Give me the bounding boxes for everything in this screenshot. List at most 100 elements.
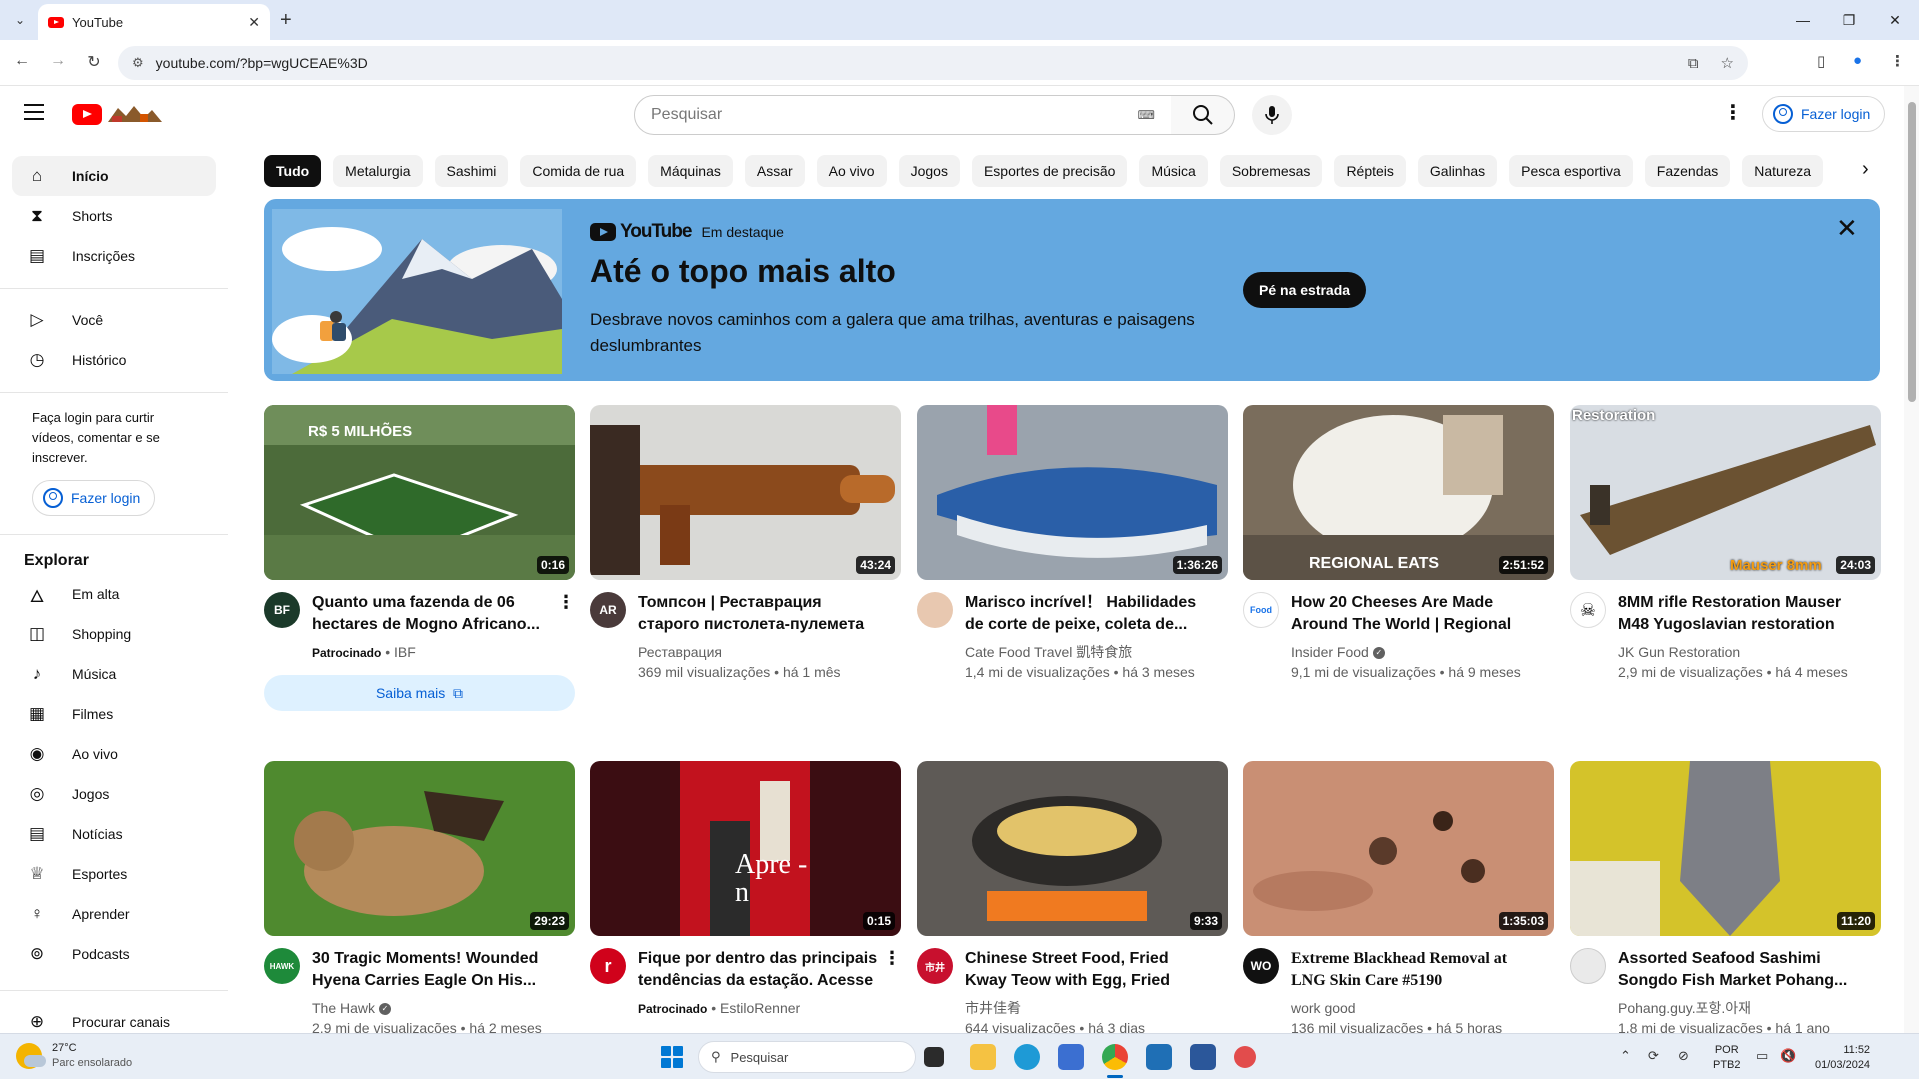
weather-widget[interactable]: 27°C Parc ensolarado — [16, 1041, 132, 1071]
video-title[interactable]: Томпсон | Реставрация старого пистолета-… — [638, 592, 881, 636]
avatar[interactable]: BF — [264, 592, 300, 628]
video-card[interactable]: 9:33 市井 Chinese Street Food, Fried Kway … — [917, 761, 1228, 1038]
sidebar-item-home[interactable]: ⌂ Início — [12, 156, 216, 196]
video-card[interactable]: REGIONAL EATS 2:51:52 Food How 20 Cheese… — [1243, 405, 1554, 682]
sidebar-item-music[interactable]: ♪ Música — [12, 654, 216, 694]
channel-name[interactable]: Insider Food — [1291, 644, 1369, 660]
video-title[interactable]: 8MM rifle Restoration Mauser M48 Yugosla… — [1618, 592, 1861, 636]
chip-sobremesas[interactable]: Sobremesas — [1219, 155, 1323, 187]
channel-name[interactable]: JK Gun Restoration — [1618, 642, 1861, 662]
reload-icon[interactable]: ↻ — [82, 52, 106, 72]
sidebar-item-movies[interactable]: ▦ Filmes — [12, 694, 216, 734]
video-card[interactable]: 43:24 AR Томпсон | Реставрация старого п… — [590, 405, 901, 682]
chip-assar[interactable]: Assar — [744, 155, 805, 187]
sidebar-item-sports[interactable]: ♕ Esportes — [12, 854, 216, 894]
snipping-tool-icon[interactable] — [1234, 1046, 1256, 1068]
video-thumbnail[interactable]: 11:20 — [1570, 761, 1881, 936]
url-text[interactable]: youtube.com/?bp=wgUCEAE%3D — [156, 55, 1666, 71]
side-panel-icon[interactable]: ▯ — [1817, 52, 1825, 70]
word-icon[interactable] — [1190, 1044, 1216, 1070]
chip-pesca-esportiva[interactable]: Pesca esportiva — [1509, 155, 1633, 187]
scrollbar-thumb[interactable] — [1908, 102, 1916, 402]
chip-repteis[interactable]: Répteis — [1334, 155, 1406, 187]
avatar[interactable]: 市井 — [917, 948, 953, 984]
taskbar-search[interactable]: ⚲ Pesquisar — [698, 1041, 916, 1073]
channel-name[interactable]: Pohang.guy.포항.아재 — [1618, 998, 1861, 1018]
chrome-icon[interactable] — [1102, 1044, 1128, 1070]
profile-icon[interactable]: ● — [1853, 52, 1862, 69]
chip-natureza[interactable]: Natureza — [1742, 155, 1824, 187]
channel-name[interactable]: The Hawk — [312, 1000, 375, 1016]
sign-in-button[interactable]: Fazer login — [1762, 96, 1886, 132]
network-off-icon[interactable]: ⊘ — [1678, 1048, 1689, 1064]
channel-name[interactable]: 市井佳肴 — [965, 998, 1208, 1018]
notepad-icon[interactable] — [1146, 1044, 1172, 1070]
browser-tab[interactable]: YouTube ✕ — [38, 4, 270, 40]
channel-name[interactable]: Cate Food Travel 凱特食旅 — [965, 642, 1208, 662]
banner-cta-button[interactable]: Pé na estrada — [1243, 272, 1367, 308]
sidebar-item-learning[interactable]: ♀ Aprender — [12, 894, 216, 934]
tab-search-icon[interactable]: ⌄ — [8, 8, 32, 32]
chip-metalurgia[interactable]: Metalurgia — [333, 155, 423, 187]
file-explorer-icon[interactable] — [970, 1044, 996, 1070]
chip-tudo[interactable]: Tudo — [264, 155, 322, 187]
video-card[interactable]: Apre -n 0:15 r Fique por dentro das prin… — [590, 761, 901, 1019]
bookmark-star-icon[interactable]: ☆ — [1721, 54, 1734, 72]
sidebar-item-shorts[interactable]: ⧗ Shorts — [12, 196, 216, 236]
sidebar-item-subscriptions[interactable]: ▤ Inscrições — [12, 236, 216, 276]
video-title[interactable]: Quanto uma fazenda de 06 hectares de Mog… — [312, 592, 555, 636]
video-card[interactable]: 29:23 HAWK 30 Tragic Moments! Wounded Hy… — [264, 761, 575, 1038]
store-icon[interactable] — [1058, 1044, 1084, 1070]
task-view-icon[interactable] — [924, 1047, 944, 1067]
volume-muted-icon[interactable]: 🔇 — [1780, 1048, 1796, 1064]
more-actions-icon[interactable]: ⋮ — [883, 948, 901, 969]
channel-name[interactable]: work good — [1291, 998, 1534, 1018]
video-title[interactable]: Assorted Seafood Sashimi Songdo Fish Mar… — [1618, 948, 1861, 992]
avatar[interactable]: HAWK — [264, 948, 300, 984]
settings-more-icon[interactable]: ⋮ — [1723, 100, 1743, 125]
video-thumbnail[interactable]: Apre -n 0:15 — [590, 761, 901, 936]
video-title[interactable]: How 20 Cheeses Are Made Around The World… — [1291, 592, 1534, 636]
learn-more-button[interactable]: Saiba mais ⧉ — [264, 675, 575, 711]
channel-name[interactable]: EstiloRenner — [720, 1000, 800, 1016]
chip-esportes-de-precisao[interactable]: Esportes de precisão — [971, 155, 1128, 187]
sync-icon[interactable]: ⟳ — [1648, 1048, 1659, 1064]
avatar[interactable]: Food — [1243, 592, 1279, 628]
system-clock[interactable]: 11:52 01/03/2024 — [1815, 1043, 1870, 1073]
avatar[interactable]: r — [590, 948, 626, 984]
edge-icon[interactable] — [1014, 1044, 1040, 1070]
page-scrollbar[interactable] — [1904, 86, 1919, 1033]
video-title[interactable]: Marisco incrível！ Habilidades de corte d… — [965, 592, 1208, 636]
sidebar-sign-in-button[interactable]: Fazer login — [32, 480, 156, 516]
channel-name[interactable]: IBF — [394, 644, 416, 660]
sidebar-item-live[interactable]: ◉ Ao vivo — [12, 734, 216, 774]
chip-sashimi[interactable]: Sashimi — [434, 155, 509, 187]
sidebar-item-gaming[interactable]: ◎ Jogos — [12, 774, 216, 814]
video-thumbnail[interactable]: 1:36:26 — [917, 405, 1228, 580]
video-thumbnail[interactable]: 29:23 — [264, 761, 575, 936]
video-thumbnail[interactable]: 9:33 — [917, 761, 1228, 936]
sidebar-item-shopping[interactable]: ◫ Shopping — [12, 614, 216, 654]
windows-start-icon[interactable] — [661, 1046, 683, 1068]
chip-maquinas[interactable]: Máquinas — [648, 155, 733, 187]
video-thumbnail[interactable]: Restoration Mauser 8mm 24:03 — [1570, 405, 1881, 580]
minimize-icon[interactable]: — — [1780, 6, 1826, 34]
video-title[interactable]: Chinese Street Food, Fried Kway Teow wit… — [965, 948, 1208, 992]
search-input[interactable] — [651, 106, 1138, 124]
video-thumbnail[interactable]: R$ 5 MILHÕES 0:16 — [264, 405, 575, 580]
keyboard-language[interactable]: POR PTB2 — [1713, 1043, 1741, 1073]
chrome-menu-icon[interactable]: ⋮ — [1890, 52, 1905, 70]
site-info-icon[interactable]: ⚙ — [132, 55, 144, 71]
back-icon[interactable]: ← — [10, 52, 34, 70]
video-card[interactable]: 11:20 Assorted Seafood Sashimi Songdo Fi… — [1570, 761, 1881, 1038]
more-actions-icon[interactable]: ⋮ — [557, 592, 575, 613]
voice-search-button[interactable] — [1252, 95, 1292, 135]
chip-ao-vivo[interactable]: Ao vivo — [816, 155, 887, 187]
video-thumbnail[interactable]: 43:24 — [590, 405, 901, 580]
window-close-icon[interactable]: ✕ — [1872, 6, 1918, 34]
chip-comida-de-rua[interactable]: Comida de rua — [520, 155, 637, 187]
video-card[interactable]: 1:36:26 Marisco incrível！ Habilidades de… — [917, 405, 1228, 682]
video-thumbnail[interactable]: 1:35:03 — [1243, 761, 1554, 936]
restore-icon[interactable]: ❐ — [1826, 6, 1872, 34]
close-icon[interactable]: ✕ — [1836, 213, 1858, 244]
